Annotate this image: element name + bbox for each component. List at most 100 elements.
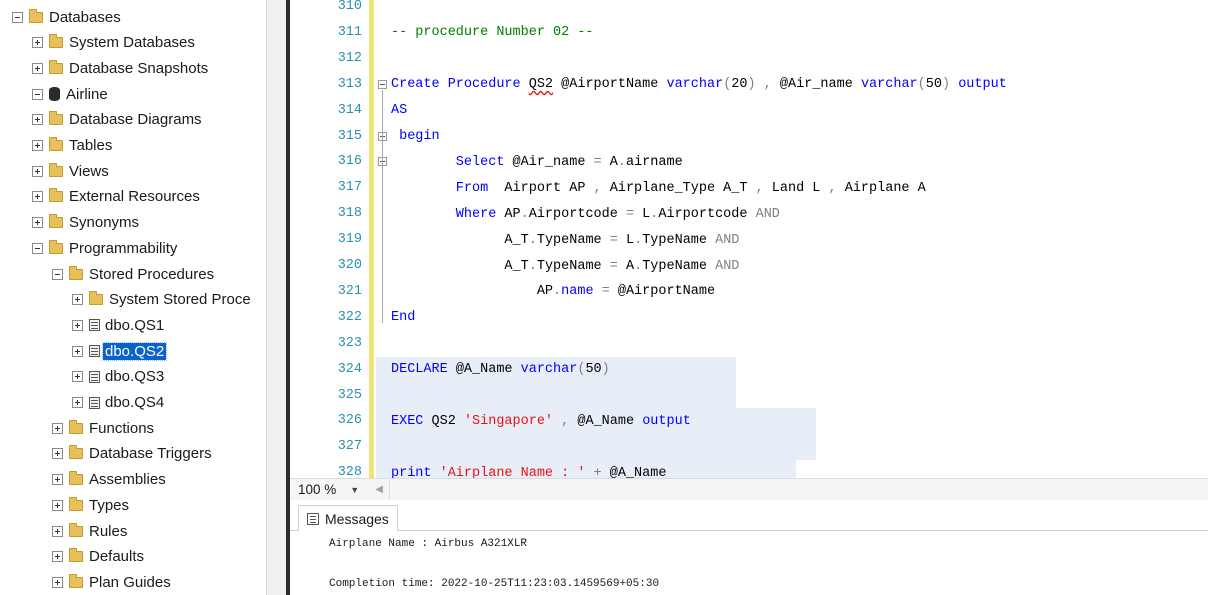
code-line[interactable]: A_T. TypeName = L. TypeName AND — [391, 227, 739, 253]
folder-icon — [69, 548, 83, 563]
tree-node[interactable]: Views — [32, 159, 109, 183]
code-token: ) — [747, 77, 756, 93]
expand-icon[interactable] — [52, 499, 63, 511]
code-line[interactable]: Where AP. Airportcode = L. Airportcode AND — [391, 201, 780, 227]
tree-node[interactable]: Types — [52, 493, 129, 517]
tree-node-label: System Databases — [69, 34, 195, 52]
expand-icon[interactable] — [72, 371, 83, 383]
code-token: varchar — [860, 77, 918, 93]
tree-node[interactable]: System Databases — [32, 31, 195, 55]
expand-icon[interactable] — [72, 397, 83, 408]
tree-node[interactable]: Tables — [32, 134, 112, 158]
expand-icon[interactable] — [52, 474, 63, 486]
line-number: 324 — [337, 361, 362, 377]
tree-node[interactable]: dbo.QS1 — [72, 313, 164, 337]
folder-icon — [49, 162, 63, 177]
tree-node[interactable]: Stored Procedures — [52, 262, 214, 286]
folder-icon — [69, 522, 83, 537]
expand-icon[interactable] — [72, 294, 83, 306]
expand-icon[interactable] — [52, 576, 63, 588]
code-token: QS2 — [431, 413, 464, 429]
expand-icon[interactable] — [32, 62, 43, 74]
code-line[interactable]: End — [391, 305, 415, 331]
pane-splitter[interactable] — [266, 0, 286, 595]
zoom-level[interactable]: 100 % — [298, 482, 336, 497]
tree-node[interactable]: Airline — [32, 82, 108, 106]
stored-procedure-icon — [89, 345, 100, 358]
line-number: 311 — [337, 24, 362, 40]
expand-icon[interactable] — [32, 191, 43, 203]
tree-node[interactable]: Functions — [52, 416, 154, 440]
scroll-left-icon[interactable]: ◀ — [375, 484, 383, 495]
tree-node[interactable]: Programmability — [32, 236, 177, 260]
code-line[interactable]: DECLARE @A_Name varchar(50) — [391, 357, 610, 383]
collapse-icon[interactable] — [52, 268, 63, 280]
tree-node[interactable]: Database Triggers — [52, 442, 212, 466]
tree-node[interactable]: dbo.QS3 — [72, 365, 164, 389]
code-line[interactable]: A_T. TypeName = A. TypeName AND — [391, 253, 739, 279]
expand-icon[interactable] — [32, 165, 43, 177]
code-line[interactable]: EXEC QS2 'Singapore' , @A_Name output — [391, 408, 691, 434]
tree-node[interactable]: dbo.QS4 — [72, 391, 164, 415]
tree-node[interactable]: System Stored Proce — [72, 288, 251, 312]
collapse-icon[interactable] — [32, 242, 43, 254]
line-number: 316 — [337, 154, 362, 170]
code-token: A_T — [391, 232, 529, 248]
tab-messages[interactable]: Messages — [298, 505, 398, 532]
tree-node-label: System Stored Proce — [109, 291, 251, 309]
query-editor[interactable]: 310 311 -- procedure Number 02 -- 312 313 Cre… — [290, 0, 1208, 478]
code-token: A — [617, 258, 635, 274]
code-token: = — [601, 284, 610, 300]
expand-icon[interactable] — [32, 37, 43, 49]
code-line[interactable]: From Airport AP , Airplane_Type A_T , La… — [391, 175, 926, 201]
tree-node[interactable]: Assemblies — [52, 468, 166, 492]
expand-icon[interactable] — [52, 551, 63, 563]
tree-node[interactable]: Database Snapshots — [32, 56, 208, 80]
tree-node[interactable]: Databases — [12, 5, 121, 29]
expand-icon[interactable] — [52, 448, 63, 460]
line-number: 320 — [337, 258, 362, 273]
expand-icon[interactable] — [32, 114, 43, 126]
code-line[interactable]: Select @Air_name = A. airname — [391, 149, 683, 175]
collapse-icon[interactable] — [32, 88, 43, 100]
tree-node[interactable]: Rules — [52, 519, 127, 543]
messages-icon — [307, 512, 319, 525]
tree-node[interactable]: Defaults — [52, 545, 144, 569]
expand-icon[interactable] — [52, 422, 63, 434]
line-number: 321 — [337, 283, 362, 299]
tree-node-label: Database Diagrams — [69, 111, 202, 129]
code-token: @A_Name — [601, 465, 667, 478]
tree-node[interactable]: Synonyms — [32, 211, 139, 235]
chevron-down-icon[interactable]: ▼ — [350, 485, 359, 495]
collapse-region-icon[interactable] — [378, 79, 387, 89]
code-token: Where — [391, 206, 505, 222]
tree-node-label: Stored Procedures — [89, 265, 215, 283]
tree-node[interactable]: dbo.QS2 — [72, 339, 168, 363]
code-token: . — [650, 206, 659, 222]
code-line[interactable]: AP. name = @AirportName — [391, 279, 715, 305]
collapse-icon[interactable] — [12, 11, 23, 23]
code-line[interactable]: print 'Airplane Name : ' + @A_Name — [391, 460, 666, 478]
code-token: QS2 — [528, 77, 554, 93]
expand-icon[interactable] — [72, 319, 83, 331]
code-token: . — [634, 258, 643, 274]
horizontal-scrollbar[interactable] — [388, 479, 1208, 500]
expand-icon[interactable] — [52, 525, 63, 537]
code-token: = — [609, 258, 618, 274]
tree-node[interactable]: Database Diagrams — [32, 108, 202, 132]
code-token: EXEC — [391, 413, 432, 429]
expand-icon[interactable] — [72, 345, 83, 357]
code-line[interactable]: Create Procedure QS2 @AirportName varcha… — [391, 72, 1007, 98]
expand-icon[interactable] — [32, 140, 43, 151]
code-line[interactable]: AS — [391, 98, 407, 124]
tree-node-label: Database Triggers — [89, 445, 212, 463]
tree-node[interactable]: External Resources — [32, 185, 200, 209]
code-line[interactable]: begin — [391, 124, 440, 150]
tree-node[interactable]: Plan Guides — [52, 570, 171, 594]
code-token: . — [617, 154, 626, 170]
code-line[interactable]: -- procedure Number 02 -- — [391, 20, 594, 46]
expand-icon[interactable] — [32, 217, 43, 229]
